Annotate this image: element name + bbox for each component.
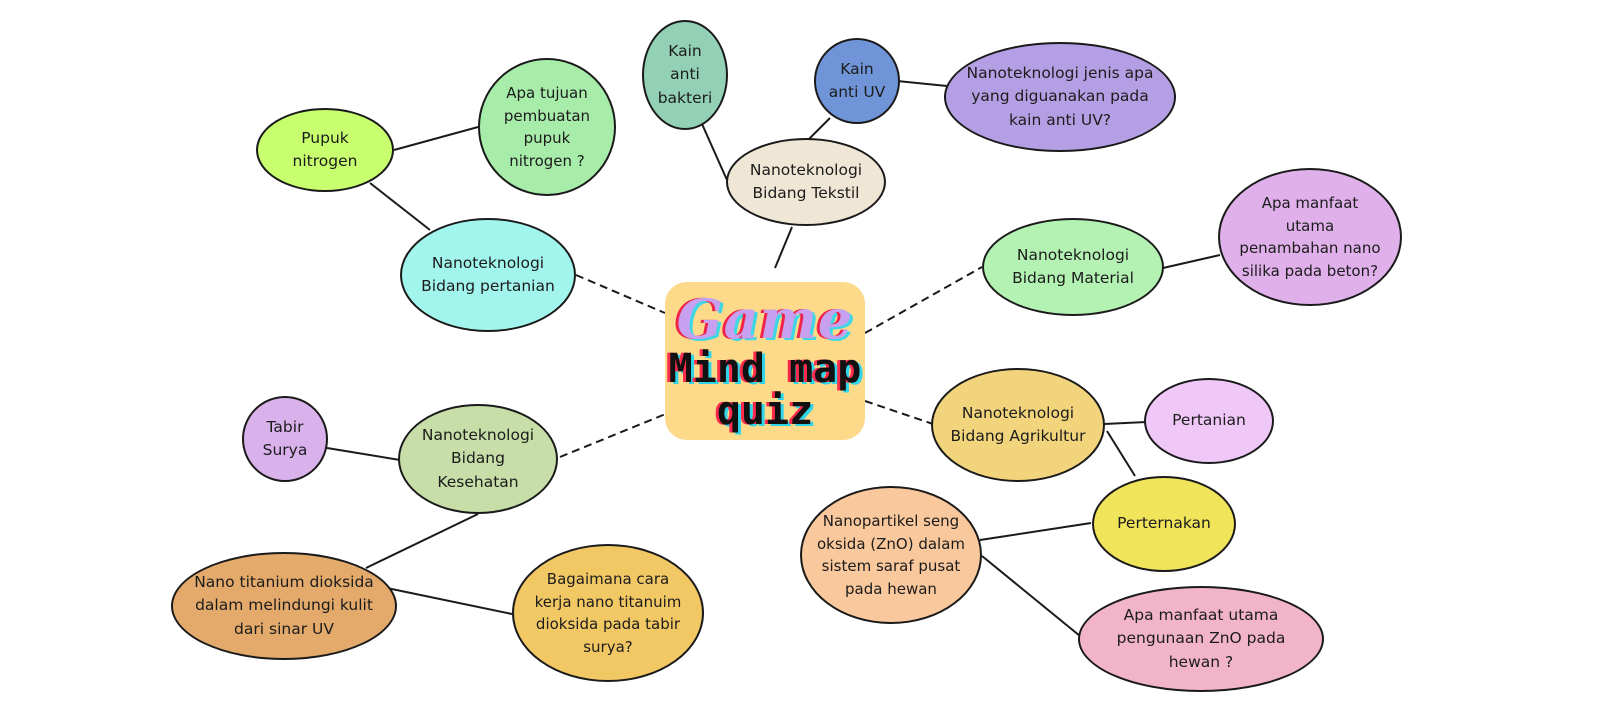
link-zno-manfaat xyxy=(981,555,1081,637)
center-title-mindmap-quiz: Mind map quiz xyxy=(668,346,862,434)
link-titanium-cara xyxy=(381,586,513,615)
link-tekstil-center xyxy=(774,226,793,269)
link-agrikultur-peternakan xyxy=(1106,430,1136,477)
node-tabir-surya: Tabir Surya xyxy=(242,396,328,482)
node-kain-anti-bakteri: Kain anti bakteri xyxy=(642,20,728,130)
link-uv-jenis xyxy=(896,80,948,87)
link-kesehatan-center xyxy=(559,412,669,458)
node-nanopartikel-zno: Nanopartikel seng oksida (ZnO) dalam sis… xyxy=(800,486,982,624)
node-pupuk-nitrogen: Pupuk nitrogen xyxy=(256,108,394,192)
node-bidang-kesehatan: Nanoteknologi Bidang Kesehatan xyxy=(398,404,558,514)
node-bidang-material: Nanoteknologi Bidang Material xyxy=(982,218,1164,316)
node-bidang-tekstil: Nanoteknologi Bidang Tekstil xyxy=(726,138,886,226)
node-bidang-pertanian: Nanoteknologi Bidang pertanian xyxy=(400,218,576,332)
center-title-card: Game Mind map quiz xyxy=(665,282,865,440)
node-cara-kerja-titanium: Bagaimana cara kerja nano titanuim dioks… xyxy=(512,544,704,682)
node-manfaat-zno: Apa manfaat utama pengunaan ZnO pada hew… xyxy=(1078,586,1324,692)
node-jenis-kain-anti-uv: Nanoteknologi jenis apa yang diguanakan … xyxy=(944,42,1176,152)
link-bakteri-tekstil xyxy=(701,123,728,181)
link-center-pertanian xyxy=(575,274,666,314)
link-center-agrikultur xyxy=(864,400,934,425)
node-bidang-agrikultur: Nanoteknologi Bidang Agrikultur xyxy=(931,368,1105,482)
center-title-game: Game xyxy=(676,287,854,351)
node-silika-beton: Apa manfaat utama penambahan nano silika… xyxy=(1218,168,1402,306)
link-peternakan-zno xyxy=(979,522,1092,541)
node-tujuan-pupuk: Apa tujuan pembuatan pupuk nitrogen ? xyxy=(478,58,616,196)
node-kain-anti-uv: Kain anti UV xyxy=(814,38,900,124)
link-tabir-kesehatan xyxy=(326,447,401,461)
link-kesehatan-titanium xyxy=(365,513,479,569)
link-agrikultur-pertanian xyxy=(1103,421,1147,425)
node-pertanian: Pertanian xyxy=(1144,378,1274,464)
node-peternakan: Perternakan xyxy=(1092,476,1236,572)
link-material-silika xyxy=(1162,254,1221,269)
link-pupuk-pertanian xyxy=(369,182,431,231)
link-uv-tekstil xyxy=(807,117,831,141)
link-pupuk-tujuan xyxy=(393,126,479,151)
node-nano-titanium: Nano titanium dioksida dalam melindungi … xyxy=(171,552,397,660)
link-center-material xyxy=(864,266,983,334)
